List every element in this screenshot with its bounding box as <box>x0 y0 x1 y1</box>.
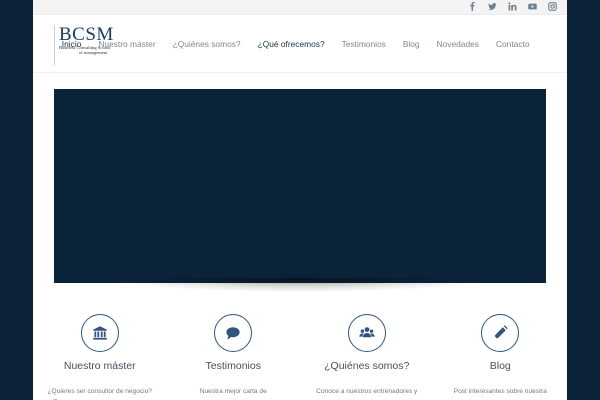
linkedin-icon[interactable] <box>508 2 517 11</box>
nav-item-que-ofrecemos[interactable]: ¿Qué ofrecemos? <box>249 39 333 49</box>
nav-item-inicio[interactable]: Inicio <box>53 39 90 49</box>
instagram-icon[interactable] <box>548 2 557 11</box>
feature-testimonios: Testimonios Nuestra mejor carta de <box>167 314 301 400</box>
nav-item-blog[interactable]: Blog <box>394 39 428 49</box>
feature-text: ¿Quieres ser consultor de negocio? Te en… <box>47 388 152 400</box>
social-links <box>468 2 557 11</box>
feature-title[interactable]: Testimonios <box>167 360 301 372</box>
page: BCSM Business Consulting School of manag… <box>33 0 567 400</box>
feature-title[interactable]: Blog <box>434 360 568 372</box>
facebook-icon[interactable] <box>468 2 477 11</box>
nav-item-testimonios[interactable]: Testimonios <box>333 39 394 49</box>
nav-item-novedades[interactable]: Novedades <box>428 39 487 49</box>
hero-slider <box>54 89 546 283</box>
main-nav: Inicio Nuestro máster ¿Quiénes somos? ¿Q… <box>53 15 538 73</box>
nav-item-nuestro-master[interactable]: Nuestro máster <box>90 39 164 49</box>
feature-title[interactable]: ¿Quiénes somos? <box>300 360 434 372</box>
features-row: Nuestro máster ¿Quieres ser consultor de… <box>33 314 567 400</box>
feature-quienes-somos: ¿Quiénes somos? Conoce a nuestros entren… <box>300 314 434 400</box>
speech-bubble-icon[interactable] <box>214 314 253 352</box>
youtube-icon[interactable] <box>528 2 537 11</box>
pencil-icon[interactable] <box>481 314 520 352</box>
feature-text: Conoce a nuestros entrenadores y <box>316 388 418 395</box>
group-icon[interactable] <box>347 314 386 352</box>
feature-blog: Blog Post interesantes sobre nuestra <box>434 314 568 400</box>
top-bar <box>33 0 567 15</box>
feature-text: Post interesantes sobre nuestra <box>453 388 547 395</box>
bank-icon[interactable] <box>80 314 119 352</box>
nav-item-contacto[interactable]: Contacto <box>487 39 538 49</box>
feature-title[interactable]: Nuestro máster <box>33 360 167 372</box>
nav-item-quienes-somos[interactable]: ¿Quiénes somos? <box>164 39 249 49</box>
twitter-icon[interactable] <box>488 2 497 11</box>
feature-text: Nuestra mejor carta de <box>199 388 267 395</box>
site-header: BCSM Business Consulting School of manag… <box>33 15 567 73</box>
feature-nuestro-master: Nuestro máster ¿Quieres ser consultor de… <box>33 314 167 400</box>
hero-shadow <box>113 278 487 292</box>
